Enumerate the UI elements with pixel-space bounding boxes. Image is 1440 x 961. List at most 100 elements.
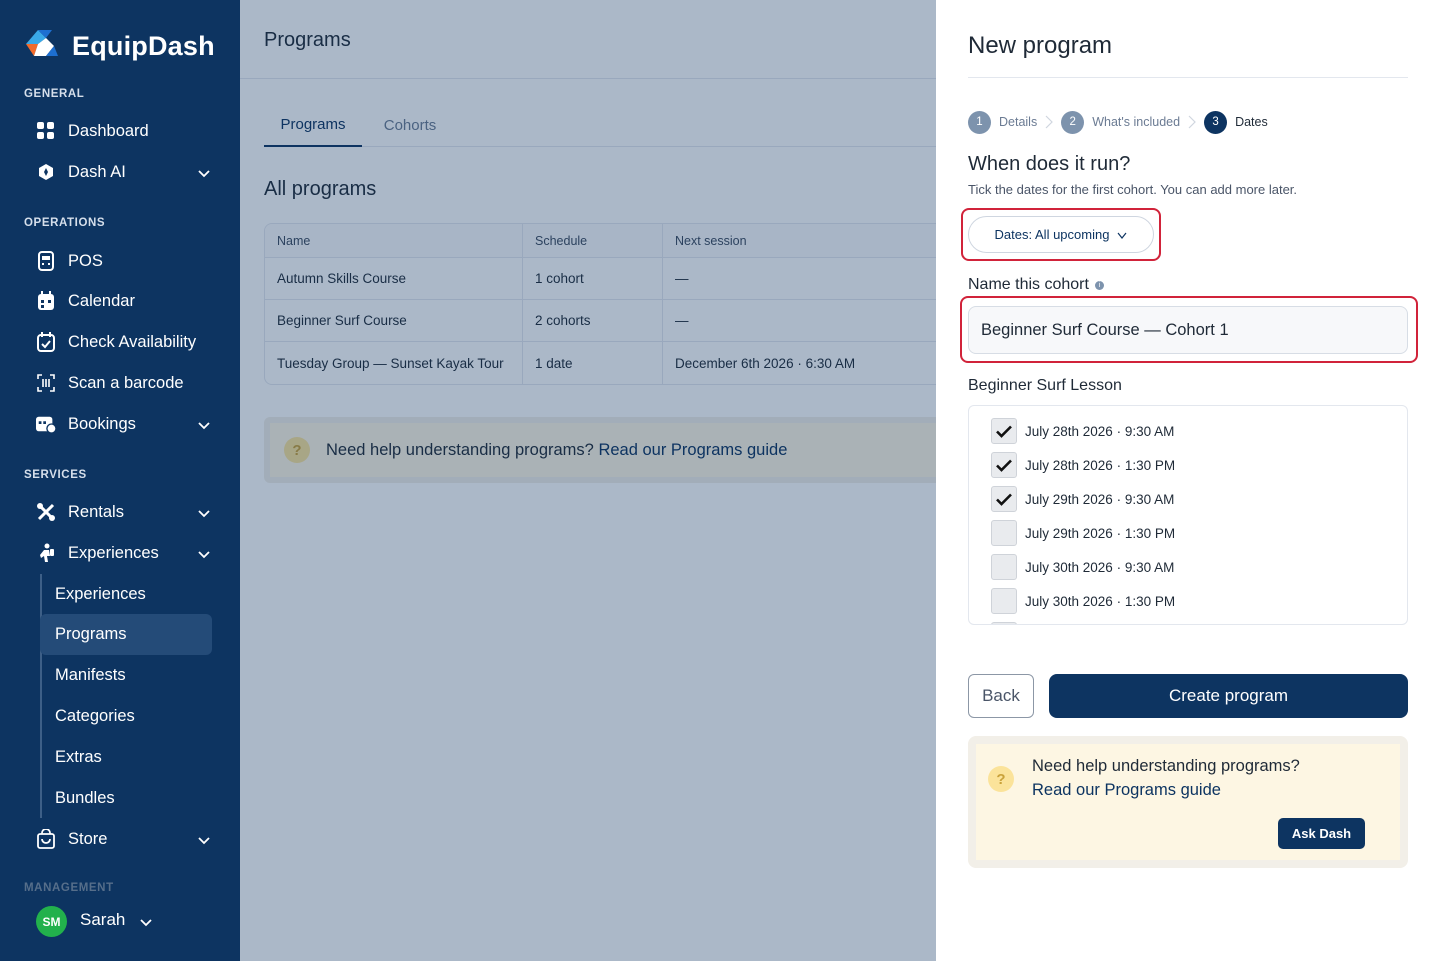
date-option-label: July 28th 2026 · 1:30 PM <box>1025 457 1176 473</box>
nav-dashboard[interactable]: Dashboard <box>36 113 216 149</box>
step-label: Dates <box>1235 115 1268 129</box>
help-card-text: Need help understanding programs? <box>1032 757 1300 775</box>
divider <box>968 77 1408 78</box>
help-card: ? Need help understanding programs? Read… <box>968 736 1408 868</box>
checkbox-checked[interactable] <box>991 418 1017 444</box>
section-general: GENERAL <box>24 88 85 100</box>
dates-filter-dropdown[interactable]: Dates: All upcoming <box>968 216 1154 253</box>
chevron-right-icon <box>1037 115 1061 129</box>
nav-calendar-label: Calendar <box>68 291 135 310</box>
nav-check-availability-label: Check Availability <box>68 332 197 351</box>
submenu-programs[interactable]: Programs <box>40 614 212 655</box>
nav-check-availability[interactable]: Check Availability <box>36 324 216 360</box>
dates-filter-label: Dates: All upcoming <box>994 227 1110 242</box>
user-name[interactable]: Sarah <box>80 910 125 930</box>
avatar[interactable]: SM <box>36 906 67 937</box>
checkmark-icon <box>996 459 1012 472</box>
brand[interactable]: EquipDash <box>24 26 215 67</box>
date-option-label: July 30th 2026 · 9:30 AM <box>1025 559 1175 575</box>
nav-experiences[interactable]: Experiences <box>36 535 216 571</box>
section-operations: OPERATIONS <box>24 217 106 229</box>
date-option[interactable]: July 29th 2026 · 9:30 AM <box>991 486 1174 512</box>
experiences-icon <box>36 543 56 563</box>
programs-guide-link[interactable]: Read our Programs guide <box>1032 781 1221 800</box>
nav-rentals[interactable]: Rentals <box>36 494 216 530</box>
step-label: What's included <box>1092 115 1181 129</box>
checkbox-unchecked[interactable] <box>991 588 1017 614</box>
nav-bookings-label: Bookings <box>68 414 136 433</box>
calendar-check-icon <box>36 332 56 352</box>
calendar-icon <box>36 291 56 311</box>
submenu-experiences[interactable]: Experiences <box>40 574 212 615</box>
checkmark-icon <box>996 493 1012 506</box>
cohort-name-label-text: Name this cohort <box>968 276 1089 293</box>
question-subtitle: Tick the dates for the first cohort. You… <box>968 182 1298 197</box>
create-program-button[interactable]: Create program <box>1049 674 1408 718</box>
chevron-down-icon <box>198 416 210 435</box>
nav-experiences-label: Experiences <box>68 543 159 562</box>
nav-store-label: Store <box>68 829 108 848</box>
step-number: 3 <box>1204 110 1228 134</box>
chevron-down-icon[interactable] <box>140 914 152 932</box>
section-services: SERVICES <box>24 469 87 481</box>
chevron-down-icon <box>1117 227 1127 242</box>
date-checkbox-list[interactable]: July 28th 2026 · 9:30 AM July 28th 2026 ·… <box>968 405 1408 625</box>
nav-dashboard-label: Dashboard <box>68 121 149 140</box>
step-dates[interactable]: 3 Dates <box>1204 110 1268 134</box>
date-option[interactable]: July 28th 2026 · 9:30 AM <box>991 418 1174 444</box>
dash-ai-icon <box>36 162 56 182</box>
equipdash-logo-icon <box>24 26 62 67</box>
checkmark-icon <box>996 425 1012 438</box>
nav-rentals-label: Rentals <box>68 502 124 521</box>
bookings-icon <box>36 414 56 434</box>
date-option-label: July 29th 2026 · 9:30 AM <box>1025 491 1175 507</box>
date-option[interactable]: July 29th 2026 · 1:30 PM <box>991 520 1175 546</box>
cohort-name-input[interactable] <box>968 306 1408 354</box>
question-mark-icon: ? <box>988 766 1014 792</box>
nav-dash-ai[interactable]: Dash AI <box>36 154 216 190</box>
modal-backdrop[interactable] <box>240 0 936 961</box>
nav-bookings[interactable]: Bookings <box>36 406 216 442</box>
nav-pos-label: POS <box>68 251 103 270</box>
submenu-categories[interactable]: Categories <box>40 696 212 737</box>
checkbox-unchecked[interactable] <box>991 554 1017 580</box>
date-option[interactable]: July 28th 2026 · 1:30 PM <box>991 452 1175 478</box>
chevron-right-icon <box>1180 115 1204 129</box>
dashboard-icon <box>36 121 56 141</box>
submenu-manifests[interactable]: Manifests <box>40 655 212 696</box>
step-number: 1 <box>968 110 991 134</box>
submenu-extras[interactable]: Extras <box>40 737 212 778</box>
step-number: 2 <box>1061 110 1085 134</box>
chevron-down-icon <box>198 164 210 183</box>
info-icon[interactable]: i <box>1094 280 1104 290</box>
checkbox-unchecked[interactable] <box>991 520 1017 546</box>
nav-store[interactable]: Store <box>36 821 216 857</box>
ask-dash-button[interactable]: Ask Dash <box>1278 818 1365 849</box>
checkbox-checked[interactable] <box>991 486 1017 512</box>
nav-pos[interactable]: POS <box>36 243 216 279</box>
step-label: Details <box>999 115 1038 129</box>
date-option[interactable]: July 30th 2026 · 1:30 PM <box>991 588 1175 614</box>
sidebar: EquipDash GENERAL Dashboard Dash AI OPER… <box>0 0 240 961</box>
brand-name: EquipDash <box>72 31 215 61</box>
submenu-bundles[interactable]: Bundles <box>40 778 212 819</box>
store-bag-icon <box>36 829 56 849</box>
date-option-label: July 29th 2026 · 1:30 PM <box>1025 525 1176 541</box>
rentals-icon <box>36 502 56 522</box>
checkbox-checked[interactable] <box>991 452 1017 478</box>
nav-scan-barcode[interactable]: Scan a barcode <box>36 365 216 401</box>
cohort-name-label: Name this cohort i <box>968 276 1104 294</box>
pos-icon <box>36 251 56 271</box>
nav-calendar[interactable]: Calendar <box>36 283 216 319</box>
back-button[interactable]: Back <box>968 674 1034 718</box>
step-details[interactable]: 1 Details <box>968 110 1038 134</box>
drawer-title: New program <box>968 32 1113 59</box>
chevron-down-icon <box>198 504 210 523</box>
date-option[interactable]: July 30th 2026 · 9:30 AM <box>991 554 1174 580</box>
stepper: 1 Details 2 What's included 3 Dates <box>968 110 1268 134</box>
chevron-down-icon <box>198 831 210 850</box>
new-program-drawer: New program 1 Details 2 What's included … <box>936 0 1440 961</box>
step-whats-included[interactable]: 2 What's included <box>1061 110 1181 134</box>
barcode-scan-icon <box>36 373 56 393</box>
checkbox-unchecked[interactable] <box>991 622 1017 624</box>
